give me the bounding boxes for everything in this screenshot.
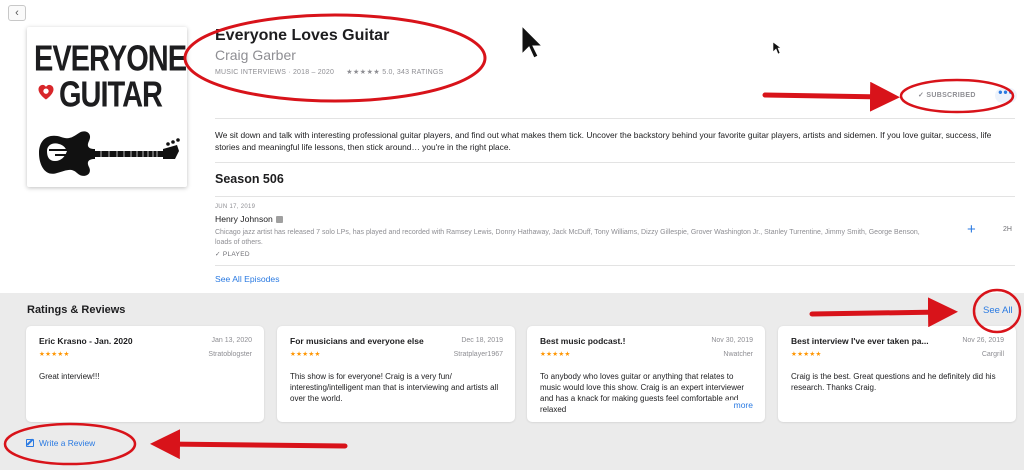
review-author: Stratplayer1967 bbox=[453, 351, 503, 358]
review-card[interactable]: Best interview I've ever taken pa... Nov… bbox=[778, 326, 1016, 422]
back-button[interactable]: ‹ bbox=[8, 5, 26, 21]
review-title: Eric Krasno - Jan. 2020 bbox=[39, 336, 133, 346]
explicit-badge-icon bbox=[275, 216, 283, 223]
review-card[interactable]: Best music podcast.! Nov 30, 2019 ★★★★★ … bbox=[527, 326, 765, 422]
add-to-library-button[interactable]: + bbox=[967, 221, 976, 238]
podcast-artwork: EVERYONE GUITAR bbox=[27, 27, 187, 187]
played-status: ✓ PLAYED bbox=[215, 251, 250, 258]
review-card[interactable]: For musicians and everyone else Dec 18, … bbox=[277, 326, 515, 422]
divider bbox=[215, 196, 1015, 197]
review-more-link[interactable]: more bbox=[719, 400, 753, 410]
episode-duration: 2H bbox=[1003, 226, 1012, 233]
electric-guitar-icon bbox=[39, 131, 180, 176]
review-title: For musicians and everyone else bbox=[290, 336, 424, 346]
review-body: This show is for everyone! Craig is a ve… bbox=[290, 372, 499, 403]
ratings-reviews-section: Ratings & Reviews See All Eric Krasno - … bbox=[0, 293, 1024, 470]
review-date: Dec 18, 2019 bbox=[461, 337, 503, 344]
see-all-reviews-link[interactable]: See All bbox=[983, 305, 1013, 316]
review-body: Great interview!!! bbox=[39, 372, 100, 381]
mouse-cursor-icon bbox=[772, 41, 782, 55]
compose-icon bbox=[26, 439, 34, 447]
heart-icon bbox=[38, 84, 54, 100]
review-title: Best interview I've ever taken pa... bbox=[791, 336, 929, 346]
divider bbox=[215, 118, 1015, 119]
podcast-genre-years: MUSIC INTERVIEWS · 2018 – 2020 bbox=[215, 69, 335, 76]
episode-date: JUN 17, 2019 bbox=[215, 204, 256, 210]
review-date: Jan 13, 2020 bbox=[211, 337, 252, 344]
review-author: Stratoblogster bbox=[208, 351, 252, 358]
reviews-heading: Ratings & Reviews bbox=[27, 304, 126, 316]
divider bbox=[215, 265, 1015, 266]
annotation-arrow-subscribed bbox=[762, 81, 900, 112]
see-all-episodes-link[interactable]: See All Episodes bbox=[215, 274, 280, 284]
write-review-label: Write a Review bbox=[39, 438, 96, 448]
write-review-button[interactable]: Write a Review bbox=[26, 438, 95, 448]
artwork-text-line2: GUITAR bbox=[59, 75, 163, 115]
mouse-cursor-icon bbox=[521, 24, 544, 59]
episode-description: Chicago jazz artist has released 7 solo … bbox=[215, 229, 920, 246]
review-stars: ★★★★★ bbox=[39, 351, 70, 358]
podcast-author-link[interactable]: Craig Garber bbox=[215, 47, 296, 63]
review-body: Craig is the best. Great questions and h… bbox=[791, 372, 996, 392]
podcast-meta: MUSIC INTERVIEWS · 2018 – 2020 ★★★★★ 5.0… bbox=[215, 68, 443, 76]
review-stars: ★★★★★ bbox=[791, 351, 822, 358]
review-card[interactable]: Eric Krasno - Jan. 2020 Jan 13, 2020 ★★★… bbox=[26, 326, 264, 422]
review-date: Nov 30, 2019 bbox=[711, 337, 753, 344]
rating-stars: ★★★★★ bbox=[346, 69, 381, 76]
review-title: Best music podcast.! bbox=[540, 336, 626, 346]
podcast-description: We sit down and talk with interesting pr… bbox=[215, 130, 992, 152]
podcast-title: Everyone Loves Guitar bbox=[215, 27, 390, 44]
subscribed-button[interactable]: ✓ SUBSCRIBED bbox=[918, 91, 976, 99]
rating-summary: 5.0, 343 RATINGS bbox=[382, 69, 444, 76]
episode-title[interactable]: Henry Johnson bbox=[215, 214, 283, 224]
divider bbox=[215, 162, 1015, 163]
review-author: Nwatcher bbox=[723, 351, 753, 358]
more-options-button[interactable]: ••• bbox=[995, 86, 1017, 103]
season-heading: Season 506 bbox=[215, 172, 284, 186]
episode-title-text: Henry Johnson bbox=[215, 214, 273, 224]
review-stars: ★★★★★ bbox=[540, 351, 571, 358]
review-author: Cargrill bbox=[981, 351, 1004, 358]
review-stars: ★★★★★ bbox=[290, 351, 321, 358]
chevron-left-icon: ‹ bbox=[15, 7, 19, 19]
review-date: Nov 26, 2019 bbox=[962, 337, 1004, 344]
